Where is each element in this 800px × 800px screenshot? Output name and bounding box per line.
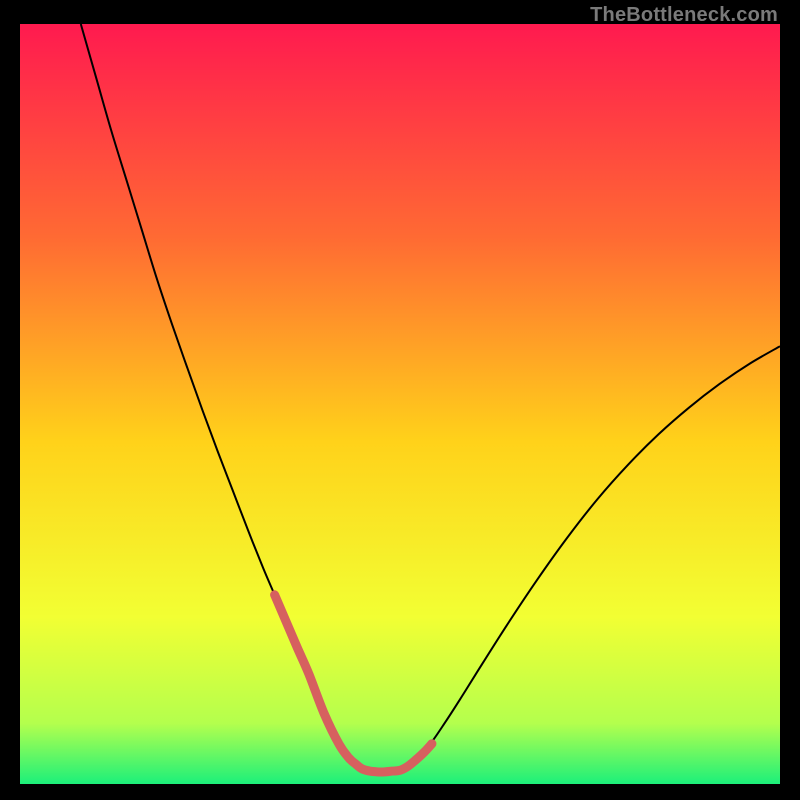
gradient-background xyxy=(20,24,780,784)
chart-plot-area xyxy=(20,24,780,784)
chart-frame: TheBottleneck.com xyxy=(0,0,800,800)
bottleneck-chart xyxy=(20,24,780,784)
